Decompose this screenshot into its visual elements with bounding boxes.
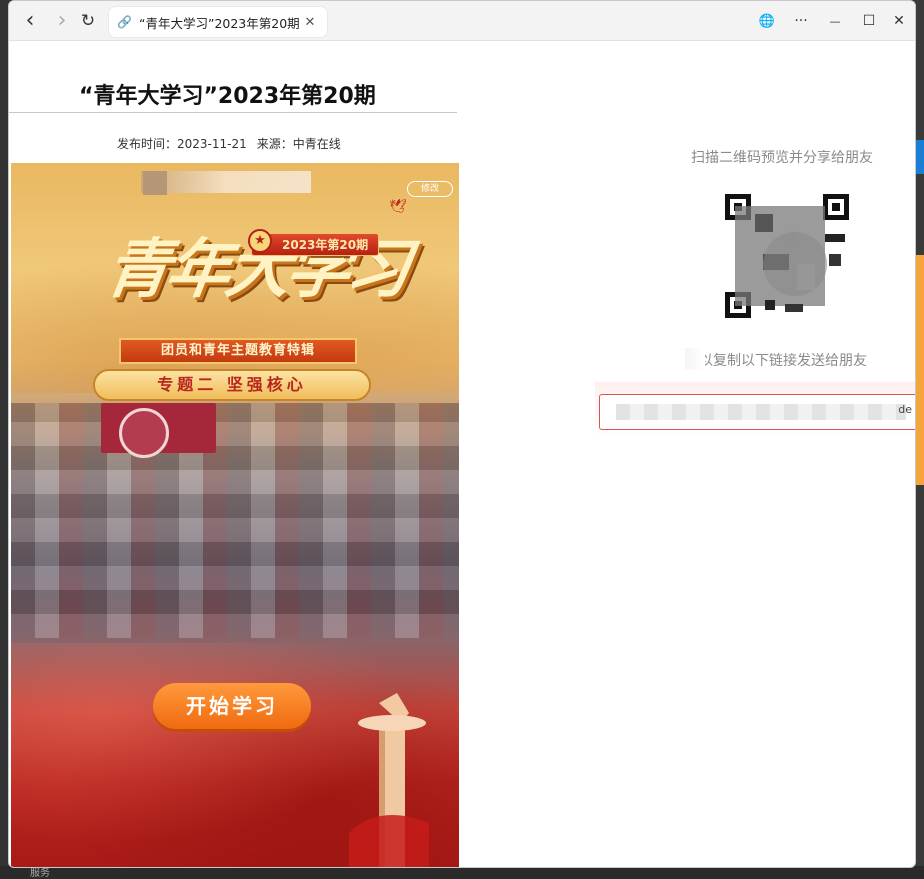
maximize-icon: ☐: [862, 13, 876, 29]
title-divider: [9, 112, 457, 113]
edit-button[interactable]: 修改: [407, 181, 453, 197]
copy-link-label: 可以复制以下链接发送给朋友: [685, 353, 867, 369]
maximize-button[interactable]: ☐: [855, 9, 883, 33]
page-content: “青年大学习”2023年第20期 发布时间：2023-11-21 来源：中青在线 …: [9, 42, 915, 867]
start-learning-button[interactable]: 开始学习: [153, 683, 311, 729]
browser-tab[interactable]: 🔗 “青年大学习”2023年第20期 ✕: [109, 7, 327, 37]
dove-icon: 🕊: [389, 199, 407, 215]
globe-icon: 🌐: [758, 13, 776, 29]
minimize-icon: —: [829, 14, 841, 28]
poster-topic: 专题二 坚强核心: [93, 369, 371, 401]
share-link-tail: de: [898, 403, 912, 416]
article-meta: 发布时间：2023-11-21 来源：中青在线: [117, 135, 351, 152]
poster-photo-overlay: [11, 403, 459, 638]
globe-button[interactable]: 🌐: [753, 9, 781, 33]
article-title: “青年大学习”2023年第20期: [79, 84, 376, 109]
more-button[interactable]: ···: [787, 9, 815, 33]
course-poster[interactable]: 修改 青年大学习 2023年第20期 ★ 🕊 团员和青年主题教育特辑 专题二 坚…: [11, 163, 459, 867]
minimize-button[interactable]: —: [821, 9, 849, 33]
qr-code-icon: [725, 194, 849, 318]
browser-window: ‹ › ↻ 🔗 “青年大学习”2023年第20期 ✕ 🌐 ··· — ☐ ✕ “…: [8, 0, 916, 868]
university-emblem: [119, 408, 169, 458]
tab-title: “青年大学习”2023年第20期: [139, 15, 300, 31]
star-icon: ★: [248, 229, 272, 253]
forward-arrow-icon: ›: [57, 8, 67, 33]
share-link-text-blurred: [616, 404, 906, 420]
copy-label-blur: [685, 348, 705, 370]
share-link-field[interactable]: de: [599, 394, 915, 430]
avatar: [143, 171, 167, 195]
link-icon: 🔗: [117, 15, 132, 29]
back-arrow-icon: ‹: [25, 8, 35, 33]
window-close-icon: ✕: [893, 13, 905, 29]
forward-button[interactable]: ›: [49, 9, 75, 33]
publish-time: 发布时间：2023-11-21: [117, 137, 247, 151]
huabiao-pillar-icon: [349, 693, 429, 867]
tab-close-icon[interactable]: ✕: [301, 15, 319, 30]
window-close-button[interactable]: ✕: [885, 9, 913, 33]
more-icon: ···: [794, 13, 808, 29]
poster-subtitle: 团员和青年主题教育特辑: [119, 338, 357, 364]
reload-button[interactable]: ↻: [75, 9, 101, 33]
back-button[interactable]: ‹: [17, 9, 43, 33]
reload-icon: ↻: [80, 11, 96, 31]
scan-qr-label: 扫描二维码预览并分享给朋友: [691, 150, 873, 166]
title-bar: ‹ › ↻ 🔗 “青年大学习”2023年第20期 ✕ 🌐 ··· — ☐ ✕: [9, 1, 915, 41]
article-source: 来源：中青在线: [256, 137, 341, 151]
